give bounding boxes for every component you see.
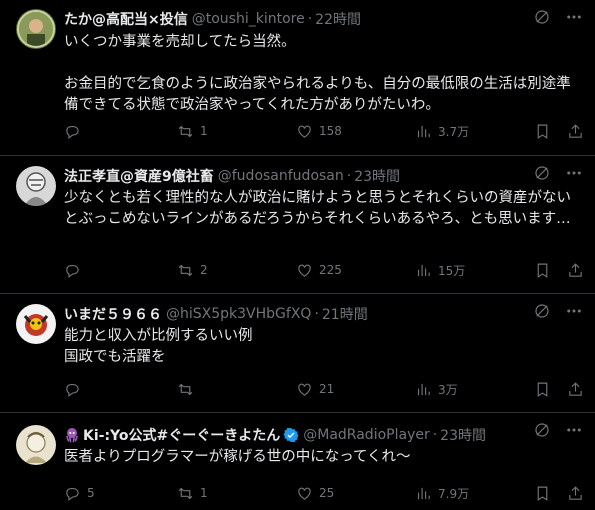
views-icon <box>417 383 430 395</box>
tweet-header: いまだ５９６６ @hiSX5pk3VHbGfXQ · 21時間 <box>64 304 583 324</box>
separator: · <box>307 11 313 27</box>
more-icon[interactable] <box>565 8 583 30</box>
bookmark-button[interactable] <box>534 123 551 140</box>
share-icon <box>569 123 582 138</box>
more-icon[interactable] <box>565 421 583 443</box>
like-button[interactable]: 25 <box>296 485 334 502</box>
views-button[interactable]: 3.7万 <box>415 123 469 140</box>
tweet-header: 法正孝直@資産9億社畜 @fudosanfudosan · 23時間 <box>64 166 583 186</box>
views-icon <box>417 487 430 499</box>
tweet[interactable]: Ki-:Yo公式#ぐーぐーきよたん @MadRadioPlayer · 23時間… <box>0 413 595 510</box>
separator: · <box>346 168 352 184</box>
tweet[interactable]: たか@高配当×投信 @toushi_kintore · 22時間 いくつか事業を… <box>0 0 595 156</box>
user-handle[interactable]: @MadRadioPlayer <box>303 427 429 443</box>
verified-icon <box>283 427 299 443</box>
like-icon <box>298 487 311 500</box>
reply-icon <box>66 383 79 397</box>
reply-button[interactable] <box>64 123 87 140</box>
share-icon <box>569 262 582 277</box>
views-button[interactable]: 7.9万 <box>415 485 469 502</box>
avatar[interactable] <box>16 304 56 344</box>
tweet[interactable]: いまだ５９６６ @hiSX5pk3VHbGfXQ · 21時間 能力と収入が比例… <box>0 294 595 413</box>
tweet-top-actions <box>533 302 583 324</box>
display-name[interactable]: 法正孝直@資産9億社畜 <box>64 166 214 186</box>
tweet-text: 能力と収入が比例するいい例 国政でも活躍を <box>64 328 253 365</box>
separator: · <box>314 306 319 322</box>
bookmark-button[interactable] <box>534 381 551 398</box>
share-button[interactable] <box>567 123 584 140</box>
grok-icon[interactable] <box>533 302 551 324</box>
user-handle[interactable]: @hiSX5pk3VHbGfXQ <box>166 306 311 322</box>
retweet-button[interactable]: 2 <box>177 262 208 279</box>
reply-icon <box>66 125 79 139</box>
retweet-button[interactable]: 1 <box>177 485 208 502</box>
more-icon[interactable] <box>565 164 583 186</box>
reply-button[interactable] <box>64 262 87 279</box>
retweet-icon <box>178 487 193 499</box>
bookmark-icon <box>537 382 548 397</box>
like-button[interactable]: 21 <box>296 381 334 398</box>
tweet-header: たか@高配当×投信 @toushi_kintore · 22時間 <box>64 9 583 29</box>
user-handle[interactable]: @fudosanfudosan <box>218 168 344 184</box>
reply-button[interactable] <box>64 381 87 398</box>
retweet-icon <box>178 125 193 137</box>
retweet-button[interactable]: 1 <box>177 123 208 140</box>
octopus-icon <box>64 427 80 443</box>
display-name[interactable]: いまだ５９６６ <box>64 304 162 324</box>
avatar[interactable] <box>16 425 56 465</box>
user-handle[interactable]: @toushi_kintore <box>192 11 305 27</box>
action-bar: 2 225 15万 <box>64 260 583 280</box>
grok-icon[interactable] <box>533 421 551 443</box>
tweet-top-actions <box>533 8 583 30</box>
timestamp[interactable]: 21時間 <box>322 304 368 324</box>
timeline-feed: たか@高配当×投信 @toushi_kintore · 22時間 いくつか事業を… <box>0 0 595 510</box>
display-name[interactable]: たか@高配当×投信 <box>64 9 188 29</box>
bookmark-button[interactable] <box>534 485 551 502</box>
retweet-icon <box>178 264 193 276</box>
more-icon[interactable] <box>565 302 583 324</box>
tweet-top-actions <box>533 164 583 186</box>
views-button[interactable]: 15万 <box>415 262 465 279</box>
timestamp[interactable]: 23時間 <box>354 166 400 186</box>
retweet-icon <box>178 383 193 395</box>
share-icon <box>569 381 582 396</box>
bookmark-button[interactable] <box>534 262 551 279</box>
timestamp[interactable]: 22時間 <box>315 9 361 29</box>
views-icon <box>417 264 430 276</box>
grok-icon[interactable] <box>533 164 551 186</box>
like-icon <box>298 383 311 396</box>
retweet-button[interactable] <box>177 381 200 398</box>
like-button[interactable]: 158 <box>296 123 342 140</box>
tweet-top-actions <box>533 421 583 443</box>
reply-icon <box>66 487 79 501</box>
bookmark-icon <box>537 124 548 139</box>
share-button[interactable] <box>567 262 584 279</box>
display-name[interactable]: Ki-:Yo公式#ぐーぐーきよたん <box>83 425 280 445</box>
action-bar: 21 3万 <box>64 379 583 399</box>
tweet-text: 少なくとも若く理性的な人が政治に賭けようと思うとそれくらいの資産がないとぶっこめ… <box>64 190 572 227</box>
tweet-header: Ki-:Yo公式#ぐーぐーきよたん @MadRadioPlayer · 23時間 <box>64 425 583 445</box>
action-bar: 1 158 3.7万 <box>64 121 583 141</box>
share-button[interactable] <box>567 485 584 502</box>
share-button[interactable] <box>567 381 584 398</box>
tweet-text: 医者よりプログラマーが稼げる世の中になってくれ〜 <box>64 449 411 465</box>
action-bar: 5 1 25 7.9万 <box>64 483 583 503</box>
reply-icon <box>66 264 79 278</box>
views-button[interactable]: 3万 <box>415 381 458 398</box>
avatar[interactable] <box>16 9 56 49</box>
grok-icon[interactable] <box>533 8 551 30</box>
share-icon <box>569 485 582 500</box>
like-icon <box>298 264 311 277</box>
views-icon <box>417 125 430 137</box>
bookmark-icon <box>537 263 548 278</box>
like-icon <box>298 125 311 138</box>
avatar[interactable] <box>16 166 56 206</box>
timestamp[interactable]: 23時間 <box>440 425 486 445</box>
tweet-text: いくつか事業を売却してたら当然。 お金目的で乞食のように政治家やられるよりも、自… <box>64 34 571 113</box>
separator: · <box>432 427 438 443</box>
like-button[interactable]: 225 <box>296 262 342 279</box>
tweet[interactable]: 法正孝直@資産9億社畜 @fudosanfudosan · 23時間 少なくとも… <box>0 156 595 294</box>
reply-button[interactable]: 5 <box>64 485 95 502</box>
bookmark-icon <box>537 486 548 501</box>
